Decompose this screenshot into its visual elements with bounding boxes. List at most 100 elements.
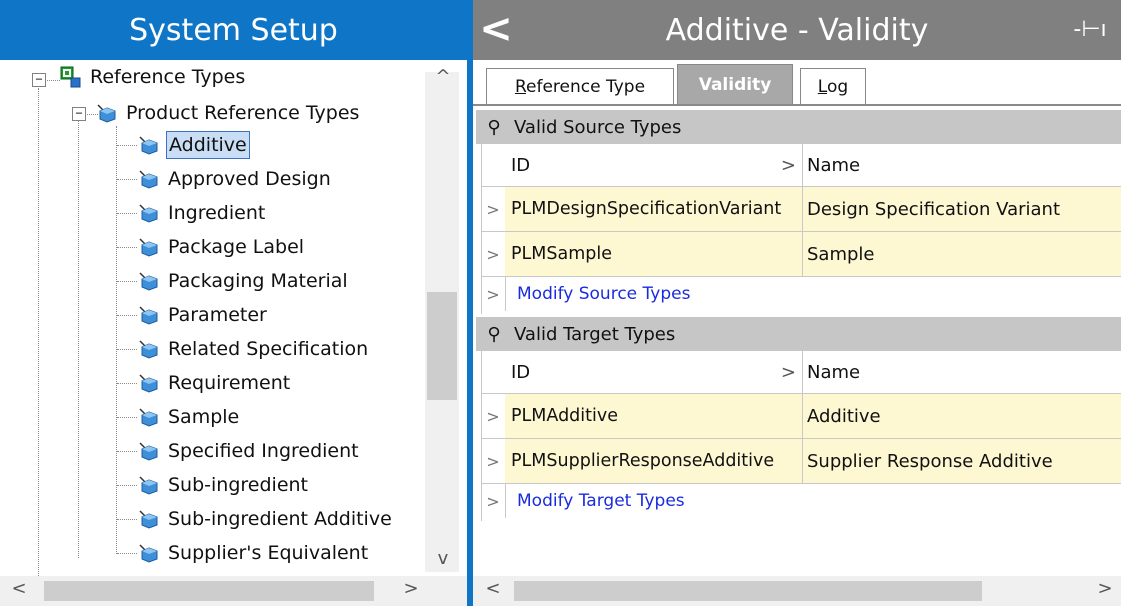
tree-item[interactable]: Approved Design — [138, 164, 333, 194]
tree-item-label: Specified Ingredient — [168, 440, 359, 462]
tree-item-label: Parameter — [168, 304, 267, 326]
cell-id[interactable]: PLMDesignSpecificationVariant — [505, 187, 803, 231]
grid-action-row: > Modify Target Types — [481, 484, 1121, 518]
tree-line — [44, 80, 60, 81]
column-header-id[interactable]: ID > — [505, 351, 803, 393]
modify-target-types-link[interactable]: Modify Target Types — [517, 484, 685, 518]
column-arrow-icon: > — [780, 361, 796, 383]
tab-label: Validity — [698, 75, 772, 95]
scroll-left-icon[interactable]: < — [4, 578, 34, 599]
tree-item-label: Package Label — [168, 236, 305, 258]
scroll-down-icon[interactable]: v — [428, 548, 458, 569]
scrollbar-thumb[interactable] — [514, 581, 982, 601]
cell-id[interactable]: PLMSample — [505, 232, 803, 276]
cube-icon — [139, 476, 158, 495]
tree-line — [117, 179, 137, 180]
cube-icon — [139, 510, 158, 529]
tree-item-label: Additive — [166, 131, 250, 159]
tree-item-label: Supplier's Equivalent — [168, 542, 369, 564]
cell-name[interactable]: Supplier Response Additive — [803, 439, 1121, 483]
row-expand-icon[interactable]: > — [481, 394, 506, 438]
tab-log[interactable]: Log — [800, 68, 866, 105]
table-row[interactable]: > PLMSample Sample — [481, 232, 1121, 277]
cell-id[interactable]: PLMAdditive — [505, 394, 803, 438]
column-header-name[interactable]: Name — [803, 144, 1121, 186]
tree-item[interactable]: Additive — [138, 130, 250, 160]
tree-item-label: Sample — [168, 406, 240, 428]
tab-validity[interactable]: Validity — [677, 64, 793, 105]
tree-line — [38, 88, 39, 606]
tree-item[interactable]: Sample — [138, 402, 241, 432]
tree-line — [117, 451, 137, 452]
tree-item[interactable]: Supplier's Equivalent — [138, 538, 370, 568]
collapse-toggle[interactable]: − — [72, 107, 86, 121]
pin-button[interactable]: -⊢ı — [1070, 14, 1110, 46]
table-row[interactable]: > PLMSupplierResponseAdditive Supplier R… — [481, 439, 1121, 484]
scroll-up-icon[interactable]: ^ — [428, 66, 458, 87]
collapse-toggle[interactable]: − — [32, 73, 46, 87]
cell-name[interactable]: Design Specification Variant — [803, 187, 1121, 231]
row-expand-icon: > — [481, 484, 506, 518]
section-header-target[interactable]: ⚲ Valid Target Types — [476, 317, 1121, 351]
tab-label: og — [826, 77, 849, 97]
tree-item[interactable]: Specified Ingredient — [138, 436, 361, 466]
tree-line — [117, 349, 137, 350]
scrollbar-thumb[interactable] — [427, 292, 457, 400]
column-header-label: ID — [511, 361, 531, 383]
cube-icon — [139, 272, 158, 291]
tree-item-label: Sub-ingredient Additive — [168, 508, 392, 530]
column-header-name[interactable]: Name — [803, 351, 1121, 393]
tree-node-label: Reference Types — [90, 66, 246, 88]
cube-icon — [97, 104, 116, 123]
tree-item[interactable]: Sub-ingredient — [138, 470, 310, 500]
scroll-left-icon[interactable]: < — [478, 578, 508, 599]
cube-icon — [139, 170, 158, 189]
tree-line — [117, 213, 137, 214]
table-row[interactable]: > PLMAdditive Additive — [481, 394, 1121, 439]
tree-node-label: Product Reference Types — [126, 102, 360, 124]
tree-item-label: Sub-ingredient — [168, 474, 309, 496]
tree-item[interactable]: Related Specification — [138, 334, 370, 364]
row-expand-icon[interactable]: > — [481, 232, 506, 276]
tree-item[interactable]: Sub-ingredient Additive — [138, 504, 394, 534]
row-expand-icon[interactable]: > — [481, 439, 506, 483]
left-panel-title: System Setup — [0, 0, 467, 60]
right-panel-title: Additive - Validity — [473, 0, 1121, 60]
scroll-right-icon[interactable]: > — [396, 578, 426, 599]
tree-line — [117, 315, 137, 316]
tree-item-label: Approved Design — [168, 168, 331, 190]
back-button[interactable]: < — [478, 6, 514, 54]
row-expand-icon[interactable]: > — [481, 187, 506, 231]
tree-item[interactable]: Parameter — [138, 300, 269, 330]
tree-line — [117, 553, 137, 554]
scroll-right-icon[interactable]: > — [1090, 578, 1120, 599]
table-row[interactable]: > PLMDesignSpecificationVariant Design S… — [481, 187, 1121, 232]
tree-item-label: Related Specification — [168, 338, 369, 360]
tab-label: eference Type — [526, 77, 646, 97]
cell-name[interactable]: Sample — [803, 232, 1121, 276]
cube-icon — [139, 442, 158, 461]
pin-icon: ⚲ — [487, 116, 501, 138]
tree-item[interactable]: Packaging Material — [138, 266, 350, 296]
cell-name[interactable]: Additive — [803, 394, 1121, 438]
tree-line — [117, 247, 137, 248]
tree-item[interactable]: Ingredient — [138, 198, 267, 228]
tree-line — [117, 519, 137, 520]
cell-id[interactable]: PLMSupplierResponseAdditive — [505, 439, 803, 483]
tree-item[interactable]: Requirement — [138, 368, 292, 398]
row-header — [481, 144, 506, 186]
cube-icon — [139, 136, 158, 155]
modify-source-types-link[interactable]: Modify Source Types — [517, 277, 690, 311]
tab-reference-type[interactable]: Reference Type — [486, 68, 674, 105]
section-title: Valid Source Types — [514, 116, 682, 138]
column-header-id[interactable]: ID > — [505, 144, 803, 186]
grid-header-row: ID > Name — [481, 144, 1121, 187]
tree-item[interactable]: Package Label — [138, 232, 306, 262]
section-header-source[interactable]: ⚲ Valid Source Types — [476, 110, 1121, 144]
section-title: Valid Target Types — [514, 323, 676, 345]
tree-node-reference-types[interactable]: Reference Types — [60, 62, 247, 92]
tree-node-product-reference-types[interactable]: Product Reference Types — [96, 98, 361, 128]
column-header-label: Name — [807, 361, 861, 383]
column-arrow-icon: > — [780, 154, 796, 176]
scrollbar-thumb[interactable] — [44, 581, 374, 601]
